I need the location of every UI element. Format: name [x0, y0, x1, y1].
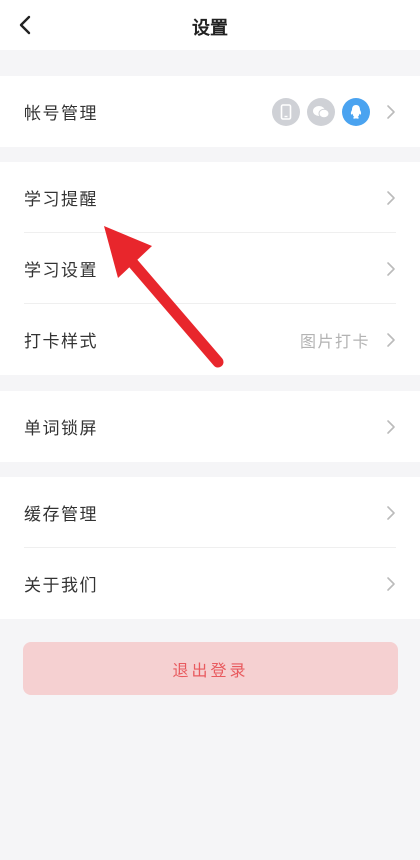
row-label: 缓存管理	[24, 505, 98, 525]
nav-bar: 设置	[0, 0, 420, 50]
row-label: 关于我们	[24, 576, 98, 596]
settings-row-study-reminder[interactable]: 学习提醒	[0, 162, 420, 233]
row-right	[386, 419, 396, 435]
phone-icon	[272, 97, 300, 126]
row-label: 学习提醒	[24, 190, 98, 210]
row-label: 单词锁屏	[24, 419, 98, 439]
qq-icon	[342, 97, 370, 126]
row-right	[265, 97, 396, 126]
chevron-right-icon	[387, 261, 395, 276]
settings-row-checkin-style[interactable]: 打卡样式 图片打卡	[0, 304, 420, 375]
logout-button[interactable]: 退出登录	[23, 642, 398, 695]
page-title: 设置	[192, 18, 228, 39]
chevron-right-icon	[387, 190, 395, 205]
settings-group-study: 学习提醒 学习设置 打卡样式 图片打卡	[0, 162, 420, 375]
settings-group-account: 帐号管理	[0, 76, 420, 147]
settings-row-word-lockscreen[interactable]: 单词锁屏	[0, 391, 420, 462]
account-binding-icons	[265, 97, 370, 126]
chevron-right-icon	[387, 419, 395, 434]
row-label: 学习设置	[24, 261, 98, 281]
logout-label: 退出登录	[172, 660, 249, 680]
row-right	[386, 505, 396, 521]
settings-row-cache-management[interactable]: 缓存管理	[0, 477, 420, 548]
row-label: 打卡样式	[24, 332, 98, 352]
row-right: 图片打卡	[300, 328, 396, 352]
settings-row-account-management[interactable]: 帐号管理	[0, 76, 420, 147]
chevron-right-icon	[387, 332, 395, 347]
row-label: 帐号管理	[24, 104, 98, 124]
settings-group-misc: 缓存管理 关于我们	[0, 477, 420, 619]
chevron-right-icon	[387, 576, 395, 591]
row-right	[386, 261, 396, 277]
chevron-right-icon	[387, 104, 395, 119]
settings-row-study-settings[interactable]: 学习设置	[0, 233, 420, 304]
wechat-icon	[307, 97, 335, 126]
checkin-style-value: 图片打卡	[299, 331, 370, 351]
row-right	[386, 190, 396, 206]
settings-group-lockscreen: 单词锁屏	[0, 391, 420, 462]
row-right	[386, 576, 396, 592]
settings-row-about-us[interactable]: 关于我们	[0, 548, 420, 619]
chevron-right-icon	[387, 505, 395, 520]
